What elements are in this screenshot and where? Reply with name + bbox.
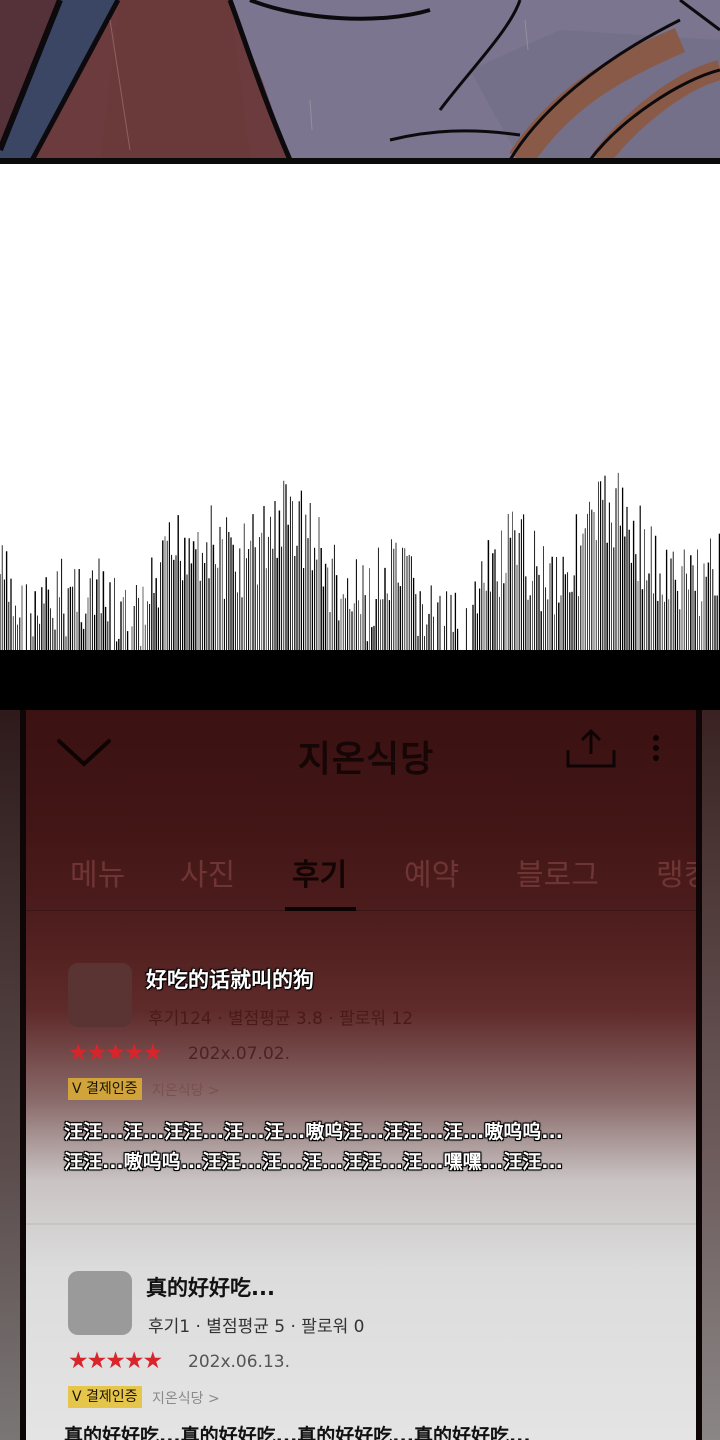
speed-lines-effect <box>0 450 720 712</box>
comic-panel-illustration <box>0 0 720 164</box>
review-text-line: 汪汪...嗷呜呜...汪汪...汪...汪...汪汪...汪...嘿嘿...汪汪… <box>64 1151 563 1173</box>
store-link[interactable]: 지온식당 > <box>152 1080 220 1100</box>
review-date: 202x.06.13. <box>188 1352 290 1372</box>
share-icon[interactable] <box>564 728 618 770</box>
phone-side <box>0 710 20 1440</box>
divider <box>26 1223 696 1225</box>
page-title: 지온식당 <box>297 739 435 780</box>
verified-payment-badge: V 결제인증 <box>68 1078 142 1100</box>
phone-bezel <box>696 710 702 1440</box>
phone-frame: 지온식당 메뉴 사진 후기 예약 블로그 랭킹 <box>0 710 720 1440</box>
tab-menu[interactable]: 메뉴 <box>70 850 125 894</box>
reviewer-stats: 후기124 · 별점평균 3.8 · 팔로워 12 <box>148 1009 414 1029</box>
review-text-line: 真的好好吃...真的好好吃...真的好好吃...真的好好吃... <box>64 1425 531 1440</box>
reviewer-name[interactable]: 真的好好吃... <box>146 1272 275 1302</box>
divider <box>26 910 696 911</box>
reviewer-stats: 후기1 · 별점평균 5 · 팔로워 0 <box>148 1317 365 1337</box>
more-vertical-icon[interactable] <box>646 732 666 766</box>
tab-reservation[interactable]: 예약 <box>404 850 459 894</box>
review-date: 202x.07.02. <box>188 1044 290 1064</box>
reviewer-name[interactable]: 好吃的话就叫的狗 <box>146 964 314 994</box>
review-text-line: 汪汪...汪...汪汪...汪...汪...嗷呜汪...汪汪...汪...嗷呜呜… <box>64 1121 563 1143</box>
store-link[interactable]: 지온식당 > <box>152 1388 220 1408</box>
avatar[interactable] <box>68 1271 132 1335</box>
star-rating: ★★★★★ <box>68 1040 163 1066</box>
avatar[interactable] <box>68 963 132 1027</box>
tab-photos[interactable]: 사진 <box>180 850 235 894</box>
tab-ranking[interactable]: 랭킹 <box>656 850 696 894</box>
chevron-down-icon[interactable] <box>56 736 112 770</box>
tab-blog[interactable]: 블로그 <box>516 850 599 894</box>
tab-reviews[interactable]: 후기 <box>292 850 347 894</box>
app-screen: 지온식당 메뉴 사진 후기 예약 블로그 랭킹 <box>26 710 696 1440</box>
star-rating: ★★★★★ <box>68 1348 163 1374</box>
phone-side <box>702 710 720 1440</box>
verified-payment-badge: V 결제인증 <box>68 1386 142 1408</box>
